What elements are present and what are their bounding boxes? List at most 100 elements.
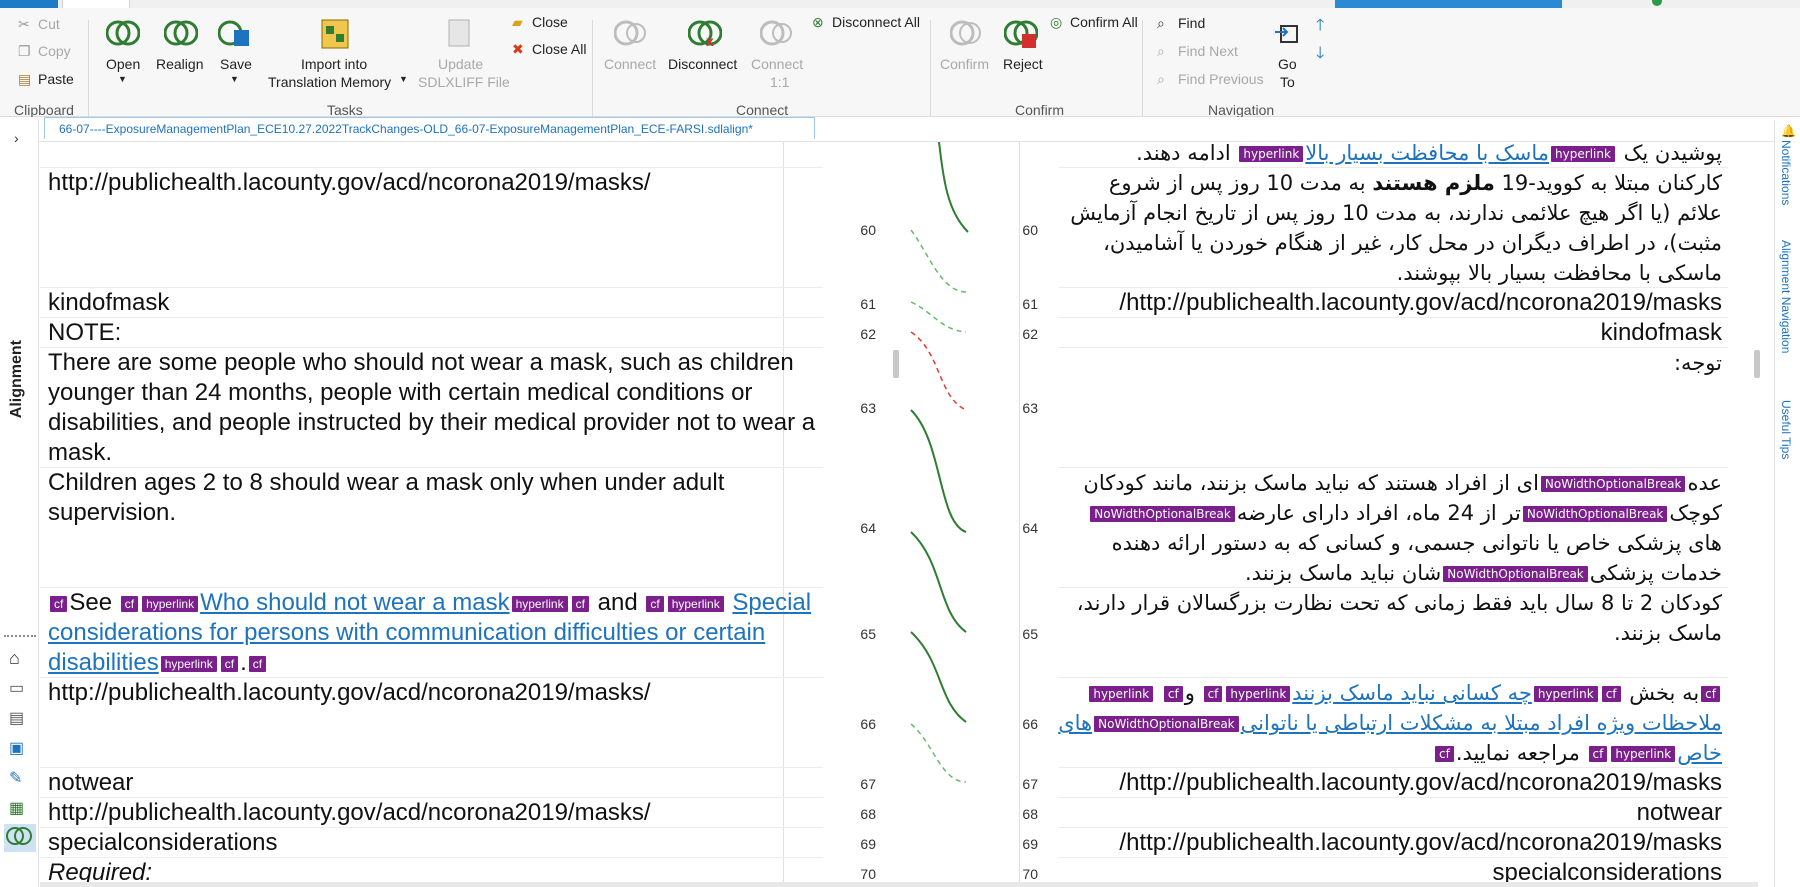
target-row-64[interactable]: عدهNoWidthOptionalBreakای از افراد هستند…	[1058, 468, 1728, 588]
source-row-69[interactable]: specialconsiderations	[40, 828, 823, 858]
alignment-grid: http://publichealth.lacounty.gov/acd/nco…	[40, 142, 1758, 887]
confirm-all-button[interactable]: Confirm All	[1070, 14, 1138, 30]
disconnect-all-button[interactable]: Disconnect All	[832, 14, 920, 30]
realign-button[interactable]: Realign	[156, 56, 203, 72]
source-row-62[interactable]: NOTE:	[40, 318, 823, 348]
target-line-number: 64	[1022, 520, 1038, 536]
target-row-62[interactable]: kindofmask	[1058, 318, 1728, 348]
group-tasks: Tasks	[327, 102, 363, 118]
update-label1[interactable]: Update	[438, 56, 483, 72]
find-button[interactable]: Find	[1178, 15, 1205, 31]
target-row-59[interactable]: پوشیدن یک hyperlinkماسک با محافظت بسیار …	[1058, 142, 1728, 168]
import-tm-button[interactable]: Translation Memory	[268, 74, 391, 90]
import-tm-icon	[321, 19, 349, 49]
target-row-69[interactable]: http://publichealth.lacounty.gov/acd/nco…	[1058, 828, 1728, 858]
group-navigation: Navigation	[1208, 102, 1275, 118]
go-to-icon	[1275, 25, 1298, 43]
target-row-60[interactable]: کارکنان مبتلا به کووید-19 ملزم هستند به …	[1058, 168, 1728, 288]
target-line-number: 60	[1022, 222, 1038, 238]
reports-icon[interactable]: ▣	[9, 738, 29, 758]
tab-alignment-navigation[interactable]: Alignment Navigation	[1779, 240, 1793, 353]
panel-divider	[4, 635, 36, 637]
target-row-61[interactable]: http://publichealth.lacounty.gov/acd/nco…	[1058, 288, 1728, 318]
close-all-button[interactable]: Close All	[532, 41, 586, 57]
target-row-66[interactable]: cfبه بخش cfhyperlinkچه کسانی نباید ماسک …	[1058, 678, 1728, 768]
alignment-panel-title: Alignment	[8, 340, 25, 419]
target-row-63[interactable]: توجه:	[1058, 348, 1728, 468]
source-row-66[interactable]: http://publichealth.lacounty.gov/acd/nco…	[40, 678, 823, 768]
ribbon: ✂ Cut ❐ Copy ▤ Paste Clipboard Open ▼ Re…	[0, 8, 1800, 133]
find-next-icon: ⌕	[1157, 43, 1165, 59]
source-line-number: 66	[860, 716, 876, 732]
reject-button[interactable]: Reject	[1003, 56, 1043, 72]
import-tm-label1[interactable]: Import into	[301, 56, 367, 72]
files-icon[interactable]: ▤	[9, 708, 29, 728]
find-icon: ⌕	[1157, 15, 1165, 31]
connect-button[interactable]: Connect	[604, 56, 656, 72]
expand-panel-icon[interactable]: ›	[14, 130, 19, 146]
tab-notifications[interactable]: Notifications	[1779, 140, 1793, 205]
translation-memories-icon[interactable]: ▦	[9, 798, 29, 818]
account-strip	[1335, 0, 1562, 8]
confirm-all-icon: ◎	[1050, 14, 1063, 30]
open-dropdown-icon[interactable]: ▼	[118, 74, 127, 84]
paste-icon: ▤	[18, 71, 32, 87]
target-row-67[interactable]: http://publichealth.lacounty.gov/acd/nco…	[1058, 768, 1728, 798]
source-line-number: 70	[860, 866, 876, 882]
open-button[interactable]: Open	[106, 56, 140, 72]
connect-icon	[614, 20, 646, 46]
next-arrow-icon[interactable]: 🡓	[1316, 42, 1324, 69]
notifications-bell-icon: 🔔	[1781, 124, 1796, 138]
source-row-68[interactable]: http://publichealth.lacounty.gov/acd/nco…	[40, 798, 823, 828]
link-who-should-not-wear[interactable]: Who should not wear a mask	[200, 589, 509, 616]
target-row-65[interactable]: کودکان 2 تا 8 سال باید فقط زمانی که تحت …	[1058, 588, 1728, 678]
alignment-view-icon[interactable]	[4, 824, 36, 852]
tab-useful-tips[interactable]: Useful Tips	[1779, 400, 1793, 459]
file-tab[interactable]	[0, 0, 58, 8]
update-sdlxliff-button[interactable]: SDLXLIFF File	[418, 74, 510, 90]
source-row-64[interactable]: Children ages 2 to 8 should wear a mask …	[40, 468, 823, 588]
target-line-number: 63	[1022, 400, 1038, 416]
update-sdlxliff-icon	[448, 19, 470, 47]
source-row-59[interactable]	[40, 142, 823, 168]
go-to-label1[interactable]: Go	[1278, 56, 1297, 72]
source-row-67[interactable]: notwear	[40, 768, 823, 798]
cut-icon: ✂	[18, 16, 30, 32]
source-row-60[interactable]: http://publichealth.lacounty.gov/acd/nco…	[40, 168, 823, 288]
source-line-number: 63	[860, 400, 876, 416]
link-high-protection-mask[interactable]: ماسک با محافظت بسیار بالا	[1305, 142, 1549, 165]
group-confirm: Confirm	[1015, 102, 1065, 118]
horizontal-scrollbar[interactable]	[40, 882, 1758, 887]
copy-icon: ❐	[18, 43, 31, 59]
confirm-button[interactable]: Confirm	[940, 56, 989, 72]
link-special-considerations-fa[interactable]: ملاحظات ویژه افراد مبتلا به مشکلات ارتبا…	[1241, 711, 1722, 735]
find-previous-button[interactable]: Find Previous	[1178, 71, 1264, 87]
find-next-button[interactable]: Find Next	[1178, 43, 1238, 59]
close-button[interactable]: Close	[532, 14, 568, 30]
cut-button[interactable]: Cut	[38, 16, 60, 32]
group-clipboard: Clipboard	[14, 102, 74, 118]
save-icon	[218, 20, 249, 46]
source-line-number: 69	[860, 836, 876, 852]
editor-icon[interactable]: ✎	[9, 768, 29, 788]
source-row-61[interactable]: kindofmask	[40, 288, 823, 318]
previous-arrow-icon[interactable]: 🡑	[1316, 14, 1324, 41]
copy-button[interactable]: Copy	[38, 43, 71, 59]
source-row-65[interactable]: cf See cf hyperlink Who should not wear a m…	[40, 588, 823, 678]
connect-1-1-label1[interactable]: Connect	[751, 56, 803, 72]
close-all-icon: ✖	[512, 41, 524, 57]
go-to-button[interactable]: To	[1280, 74, 1295, 90]
document-tab[interactable]: 66-07----ExposureManagementPlan_ECE10.27…	[44, 117, 815, 139]
target-row-68[interactable]: notwear	[1058, 798, 1728, 828]
link-who-should-not-wear-fa[interactable]: چه کسانی نباید ماسک بزنند	[1292, 681, 1532, 705]
save-button[interactable]: Save	[220, 56, 252, 72]
home-icon[interactable]: ⌂	[9, 648, 29, 668]
connect-1-1-button[interactable]: 1:1	[770, 74, 789, 90]
source-row-63[interactable]: There are some people who should not wea…	[40, 348, 823, 468]
disconnect-button[interactable]: Disconnect	[668, 56, 737, 72]
target-line-number: 70	[1022, 866, 1038, 882]
target-line-number: 67	[1022, 776, 1038, 792]
paste-button[interactable]: Paste	[38, 71, 74, 87]
projects-icon[interactable]: ▭	[9, 678, 29, 698]
target-line-number: 61	[1022, 296, 1038, 312]
